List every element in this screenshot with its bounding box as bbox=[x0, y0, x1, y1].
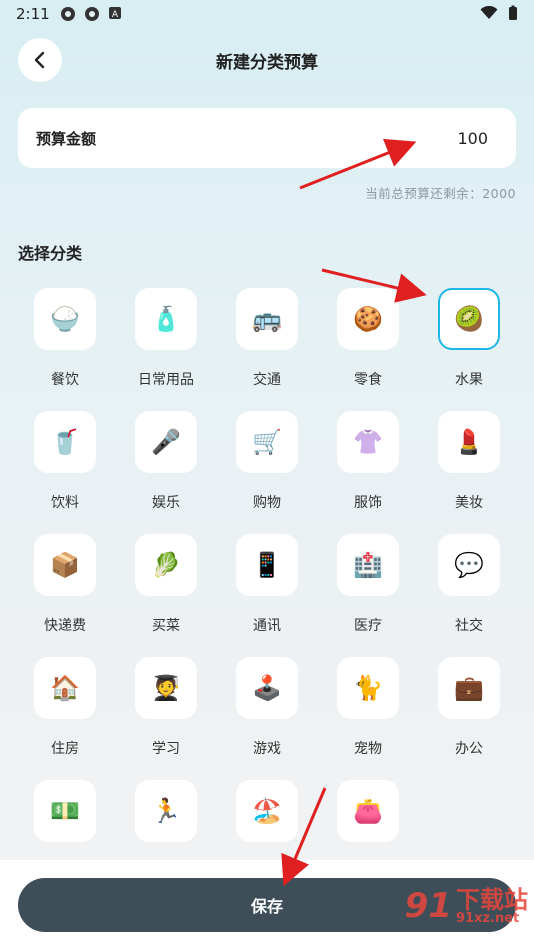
budget-amount-card[interactable]: 预算金额 bbox=[18, 108, 516, 168]
category-label: 日常用品 bbox=[138, 372, 194, 388]
category-icon[interactable]: 🏃 bbox=[135, 780, 197, 842]
category-item[interactable]: 💄 美妆 bbox=[419, 411, 519, 521]
category-label: 交通 bbox=[253, 372, 281, 388]
category-icon[interactable]: 🕹️ bbox=[236, 657, 298, 719]
category-item[interactable]: 🎤 娱乐 bbox=[116, 411, 216, 521]
category-icon[interactable]: 📦 bbox=[34, 534, 96, 596]
category-label: 饮料 bbox=[51, 495, 79, 511]
category-icon[interactable]: 🎤 bbox=[135, 411, 197, 473]
system-icons bbox=[480, 5, 518, 21]
keyboard-a-icon: A bbox=[109, 7, 121, 20]
category-icon[interactable]: 👚 bbox=[337, 411, 399, 473]
category-item[interactable]: 🧴 日常用品 bbox=[116, 288, 216, 398]
watermark-text: 下载站 91xz.net bbox=[456, 888, 528, 925]
watermark-logo: 91 bbox=[404, 886, 452, 926]
category-icon[interactable]: 🏖️ bbox=[236, 780, 298, 842]
category-item[interactable]: 🍚 餐饮 bbox=[15, 288, 115, 398]
category-label: 美妆 bbox=[455, 495, 483, 511]
category-item[interactable]: 🥬 买菜 bbox=[116, 534, 216, 644]
category-item[interactable]: 📱 通讯 bbox=[217, 534, 317, 644]
category-item[interactable]: 🧑‍🎓 学习 bbox=[116, 657, 216, 767]
battery-icon bbox=[509, 5, 517, 20]
category-icon[interactable]: 🚌 bbox=[236, 288, 298, 350]
category-label: 社交 bbox=[455, 618, 483, 634]
watermark-line1: 下载站 bbox=[456, 885, 528, 914]
category-icon[interactable]: 👛 bbox=[337, 780, 399, 842]
category-label: 住房 bbox=[51, 741, 79, 757]
category-item[interactable]: 🛒 购物 bbox=[217, 411, 317, 521]
category-label: 游戏 bbox=[253, 741, 281, 757]
watermark-line2: 91xz.net bbox=[456, 910, 520, 926]
category-label: 服饰 bbox=[354, 495, 382, 511]
category-item[interactable]: 🥤 饮料 bbox=[15, 411, 115, 521]
category-item[interactable]: 📦 快递费 bbox=[15, 534, 115, 644]
app-notification-icon bbox=[85, 7, 99, 21]
category-item[interactable]: 🍪 零食 bbox=[318, 288, 418, 398]
category-icon[interactable]: 💵 bbox=[34, 780, 96, 842]
category-icon[interactable]: 🐈 bbox=[337, 657, 399, 719]
category-icon[interactable]: 💬 bbox=[438, 534, 500, 596]
header: 新建分类预算 bbox=[0, 34, 534, 86]
app-notification-icon bbox=[61, 7, 75, 21]
page-title: 新建分类预算 bbox=[216, 53, 318, 73]
notification-icons: A bbox=[60, 6, 122, 22]
category-icon[interactable]: 🧑‍🎓 bbox=[135, 657, 197, 719]
category-label: 办公 bbox=[455, 741, 483, 757]
category-icon[interactable]: 📱 bbox=[236, 534, 298, 596]
wifi-icon bbox=[480, 6, 498, 19]
category-label: 学习 bbox=[152, 741, 180, 757]
category-item[interactable]: 👚 服饰 bbox=[318, 411, 418, 521]
category-icon[interactable]: 🍚 bbox=[34, 288, 96, 350]
category-item[interactable]: 🥝 水果 bbox=[419, 288, 519, 398]
category-icon[interactable]: 🍪 bbox=[337, 288, 399, 350]
category-item[interactable]: 💬 社交 bbox=[419, 534, 519, 644]
section-title: 选择分类 bbox=[18, 244, 83, 263]
category-icon[interactable]: 🧴 bbox=[135, 288, 197, 350]
category-icon[interactable]: 💼 bbox=[438, 657, 500, 719]
remaining-budget-text: 当前总预算还剩余：2000 bbox=[365, 186, 516, 201]
budget-amount-input[interactable] bbox=[366, 127, 490, 149]
category-icon[interactable]: 🛒 bbox=[236, 411, 298, 473]
category-label: 通讯 bbox=[253, 618, 281, 634]
category-icon[interactable]: 🥬 bbox=[135, 534, 197, 596]
category-label: 快递费 bbox=[44, 618, 86, 634]
category-label: 购物 bbox=[253, 495, 281, 511]
budget-amount-label: 预算金额 bbox=[36, 129, 97, 148]
svg-text:A: A bbox=[112, 10, 119, 20]
site-watermark: 91 下载站 91xz.net bbox=[405, 886, 528, 926]
category-item[interactable]: 🐈 宠物 bbox=[318, 657, 418, 767]
category-item[interactable]: 🚌 交通 bbox=[217, 288, 317, 398]
category-icon[interactable]: 🏥 bbox=[337, 534, 399, 596]
category-item[interactable]: 🏥 医疗 bbox=[318, 534, 418, 644]
category-label: 餐饮 bbox=[51, 372, 79, 388]
category-icon[interactable]: 🏠 bbox=[34, 657, 96, 719]
category-icon[interactable]: 🥝 bbox=[438, 288, 500, 350]
category-item[interactable]: 🏠 住房 bbox=[15, 657, 115, 767]
category-label: 买菜 bbox=[152, 618, 180, 634]
category-icon[interactable]: 💄 bbox=[438, 411, 500, 473]
category-label: 宠物 bbox=[354, 741, 382, 757]
category-label: 水果 bbox=[455, 372, 483, 388]
status-time: 2:11 bbox=[16, 5, 50, 23]
category-label: 医疗 bbox=[354, 618, 382, 634]
category-icon[interactable]: 🥤 bbox=[34, 411, 96, 473]
category-label: 娱乐 bbox=[152, 495, 180, 511]
category-item[interactable]: 🕹️ 游戏 bbox=[217, 657, 317, 767]
category-item[interactable]: 💼 办公 bbox=[419, 657, 519, 767]
category-label: 零食 bbox=[354, 372, 382, 388]
status-bar: 2:11 A bbox=[0, 0, 534, 28]
